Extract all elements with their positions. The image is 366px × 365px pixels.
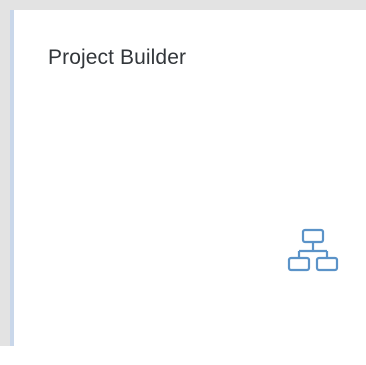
project-builder-tile[interactable]: Project Builder <box>10 10 366 346</box>
tile-title: Project Builder <box>48 46 187 69</box>
hierarchy-icon <box>286 226 340 284</box>
page-background <box>0 346 366 365</box>
